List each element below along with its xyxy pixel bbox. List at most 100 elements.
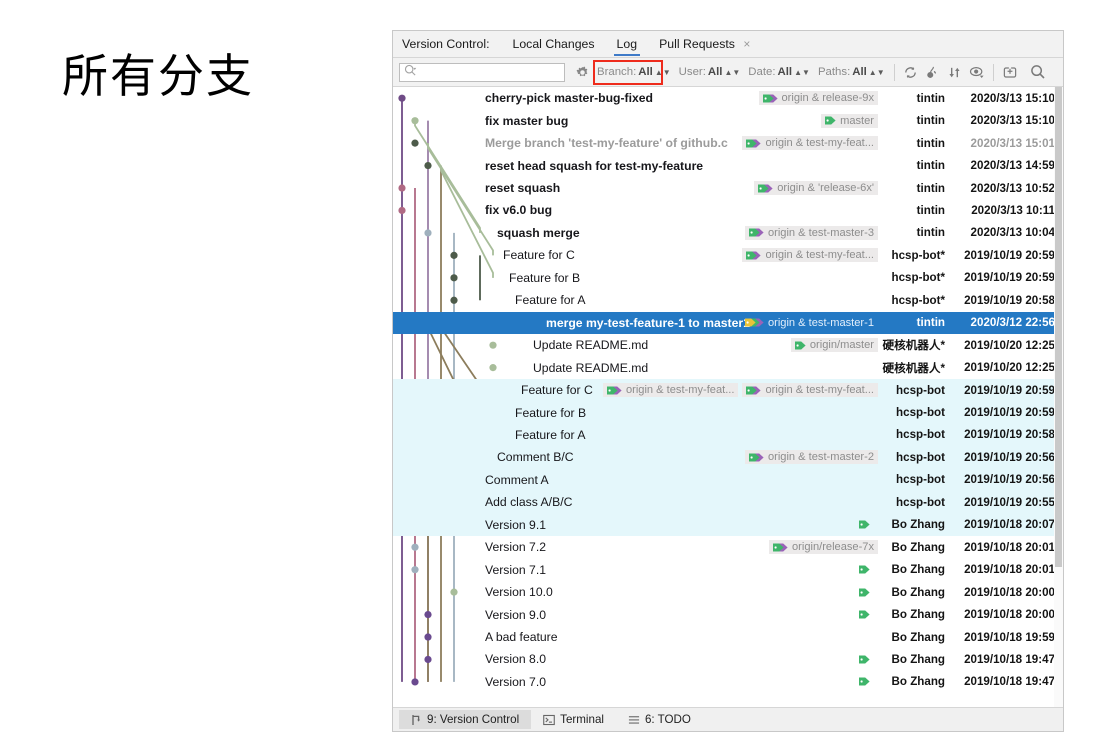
commit-date: 2019/10/19 20:59 (964, 406, 1055, 420)
ref-label-text: origin & test-master-2 (767, 451, 874, 464)
table-row[interactable]: Merge branch 'test-my-feature' of github… (393, 132, 1063, 154)
table-row[interactable]: squash merge origin & test-master-3 tintin… (393, 222, 1063, 244)
table-row[interactable]: Add class A/B/C hcsp-bot 2019/10/19 20:55 (393, 491, 1063, 514)
table-row[interactable]: Version 9.0 Bo Zhang 2019/10/18 20:00 (393, 603, 1063, 625)
tab-log[interactable]: Log (608, 33, 647, 56)
table-row[interactable]: Feature for C origin & test-my-feat... ori… (393, 378, 1063, 402)
table-row[interactable]: Feature for C origin & test-my-feat... hcs… (393, 244, 1063, 266)
statusbar-item-todo[interactable]: 6: TODO (616, 710, 703, 729)
filter-date[interactable]: Date: All ▲▼ (744, 64, 814, 80)
commit-date: 2019/10/18 19:59 (964, 630, 1055, 644)
table-row[interactable]: Version 7.2 origin/release-7x Bo Zhang 2019… (393, 536, 1063, 558)
ref-label: origin & test-master-3 (744, 225, 878, 240)
commit-refs: origin & test-master-2 (744, 450, 878, 465)
tag-icon (858, 609, 871, 620)
close-icon[interactable]: × (740, 37, 753, 51)
commit-subject: fix v6.0 bug (485, 203, 553, 218)
commit-date: 2019/10/18 20:00 (964, 585, 1055, 599)
toolbar-divider (893, 63, 895, 81)
triple-tag-icon (744, 317, 765, 328)
tab-pull-requests[interactable]: Pull Requests × (650, 33, 762, 55)
commit-subject: Version 7.1 (485, 562, 546, 577)
find-icon[interactable] (1027, 61, 1049, 83)
ref-label: origin/master (790, 338, 878, 353)
commit-subject: merge my-test-feature-1 to master1 (546, 315, 750, 330)
scrollbar-thumb[interactable] (1055, 87, 1062, 567)
commit-subject: Version 9.0 (485, 607, 546, 622)
filter-branch[interactable]: Branch: All ▲▼ (593, 60, 675, 85)
table-row[interactable]: Version 7.1 Bo Zhang 2019/10/18 20:01 (393, 558, 1063, 580)
tag-icon (858, 676, 871, 687)
table-row[interactable]: Feature for B hcsp-bot 2019/10/19 20:59 (393, 401, 1063, 424)
commit-author: Bo Zhang (891, 518, 945, 532)
table-row[interactable]: Comment A hcsp-bot 2019/10/19 20:56 (393, 468, 1063, 492)
gear-icon[interactable] (571, 61, 593, 83)
commit-date: 2019/10/19 20:55 (964, 495, 1055, 509)
statusbar-item-todo-label: 6: TODO (644, 713, 691, 726)
commit-refs: origin & test-my-feat... origin & test-my… (602, 383, 878, 398)
show-details-icon[interactable] (966, 61, 988, 83)
ref-label-text: master (840, 114, 874, 127)
statusbar-item-terminal-label: Terminal (560, 713, 604, 726)
double-tag-icon (606, 385, 623, 396)
table-row[interactable]: Feature for B hcsp-bot* 2019/10/19 20:59 (393, 267, 1063, 289)
commit-refs (855, 518, 878, 531)
table-row[interactable]: Version 7.0 Bo Zhang 2019/10/18 19:47 (393, 671, 1063, 693)
table-row[interactable]: Version 10.0 Bo Zhang 2019/10/18 20:00 (393, 581, 1063, 603)
commit-subject: reset head squash for test-my-feature (485, 158, 704, 173)
commit-author: Bo Zhang (891, 652, 945, 666)
table-row[interactable]: reset head squash for test-my-feature tin… (393, 154, 1063, 176)
commit-subject: Version 10.0 (485, 585, 553, 600)
refresh-icon[interactable] (900, 61, 922, 83)
commit-author: tintin (916, 316, 945, 330)
branch-icon (411, 714, 422, 726)
table-row[interactable]: Feature for A hcsp-bot 2019/10/19 20:58 (393, 423, 1063, 447)
ref-label: origin & test-my-feat... (742, 136, 878, 151)
search-input[interactable] (399, 62, 565, 82)
commit-author: Bo Zhang (891, 563, 945, 577)
commit-author: Bo Zhang (891, 608, 945, 622)
commit-author: 硬核机器人* (882, 361, 945, 375)
commit-date: 2019/10/18 19:47 (964, 675, 1055, 689)
table-row[interactable]: reset squash origin & 'release-6x' tintin 2… (393, 177, 1063, 199)
table-row[interactable]: Update README.md origin/master 硬核机器人* 2019/… (393, 334, 1063, 356)
sort-icon[interactable] (944, 61, 966, 83)
commit-date: 2020/3/13 10:11 (971, 203, 1055, 217)
table-row[interactable]: Comment B/C origin & test-master-2 hcsp-bo… (393, 446, 1063, 469)
commit-subject: Comment B/C (497, 450, 574, 465)
commit-subject: Feature for C (521, 383, 593, 398)
table-row[interactable]: fix v6.0 bug tintin 2020/3/13 10:11 (393, 199, 1063, 221)
table-row[interactable]: Feature for A hcsp-bot* 2019/10/19 20:58 (393, 289, 1063, 311)
new-tab-icon[interactable] (999, 61, 1021, 83)
table-row[interactable]: Version 8.0 Bo Zhang 2019/10/18 19:47 (393, 648, 1063, 670)
commit-refs (855, 586, 878, 599)
tab-local-changes[interactable]: Local Changes (504, 33, 604, 55)
filter-paths-label: Paths: (817, 66, 851, 78)
terminal-icon (543, 714, 555, 726)
commit-refs: origin & test-master-3 (744, 225, 878, 240)
commit-author: tintin (916, 181, 945, 195)
commit-log-table[interactable]: cherry-pick master-bug-fixed origin & rel… (393, 87, 1063, 709)
commit-date: 2019/10/19 20:59 (964, 248, 1055, 262)
table-row[interactable]: cherry-pick master-bug-fixed origin & rel… (393, 87, 1063, 109)
statusbar-item-terminal[interactable]: Terminal (531, 710, 616, 729)
commit-subject: squash merge (497, 225, 580, 240)
cherry-pick-icon[interactable] (922, 61, 944, 83)
status-bar: 9: Version Control Terminal 6: TODO (393, 707, 1063, 731)
commit-refs (855, 563, 878, 576)
table-row[interactable]: A bad feature Bo Zhang 2019/10/18 19:59 (393, 626, 1063, 648)
commit-author: hcsp-bot (896, 495, 945, 509)
commit-subject: Feature for A (515, 293, 586, 308)
ref-label: origin & test-my-feat... (742, 383, 878, 398)
ref-label: origin & test-my-feat... (742, 248, 878, 263)
double-tag-icon (762, 93, 779, 104)
vertical-scrollbar[interactable] (1054, 87, 1063, 709)
table-row[interactable]: Version 9.1 Bo Zhang 2019/10/18 20:07 (393, 513, 1063, 536)
filter-user[interactable]: User: All ▲▼ (675, 64, 745, 80)
table-row[interactable]: Update README.md 硬核机器人* 2019/10/20 12:25 (393, 356, 1063, 378)
filter-paths[interactable]: Paths: All ▲▼ (814, 64, 889, 80)
tag-icon (858, 654, 871, 665)
table-row[interactable]: fix master bug master tintin 2020/3/13 15:1… (393, 109, 1063, 131)
statusbar-item-version-control[interactable]: 9: Version Control (399, 710, 532, 729)
table-row[interactable]: merge my-test-feature-1 to master1 origin… (393, 311, 1063, 334)
